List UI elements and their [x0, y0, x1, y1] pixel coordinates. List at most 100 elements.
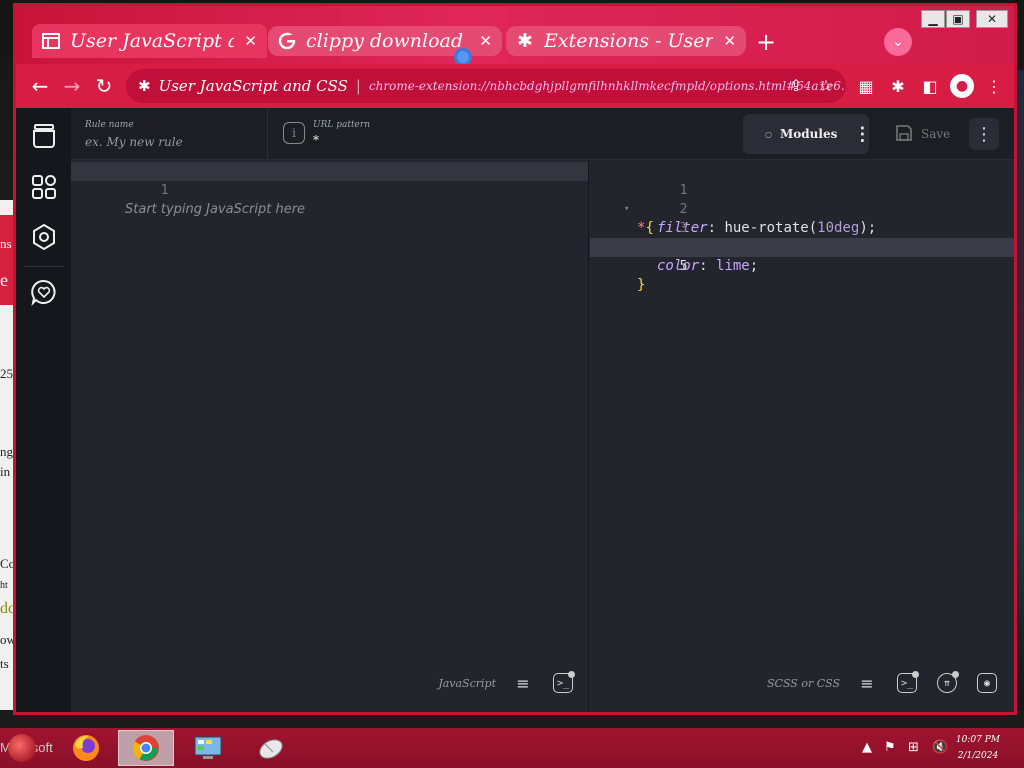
forward-button[interactable]: →	[58, 72, 86, 100]
clock-date: 2/1/2024	[957, 751, 999, 761]
volume-muted-icon[interactable]: 🔇	[932, 740, 948, 755]
language-label: JavaScript	[438, 676, 496, 690]
left-rail	[16, 108, 71, 712]
profile-avatar-icon[interactable]: ●	[950, 74, 974, 98]
back-button[interactable]: ←	[26, 72, 54, 100]
share-icon[interactable]: ⇪	[784, 73, 808, 97]
firefox-taskbar-button[interactable]	[58, 730, 114, 766]
window-close-button[interactable]: ✕	[976, 10, 1008, 28]
extensions-puzzle-icon[interactable]: ✱	[886, 74, 910, 98]
info-icon[interactable]: i	[283, 122, 305, 144]
window-icon	[42, 32, 60, 50]
format-lines-icon[interactable]: ≡	[854, 670, 880, 696]
close-icon[interactable]: ✕	[244, 32, 257, 50]
scroll-top-icon[interactable]: ⇈	[934, 670, 960, 696]
background-text: Co	[0, 556, 14, 571]
address-bar[interactable]: ✱ User JavaScript and CSS | chrome-exten…	[126, 69, 846, 103]
background-text: 25	[0, 366, 13, 381]
language-label: SCSS or CSS	[767, 676, 840, 690]
reload-button[interactable]: ↻	[90, 72, 118, 100]
line-number: 5	[679, 259, 688, 274]
tab-strip: User JavaScript and ✕ clippy download - …	[16, 6, 1014, 66]
minimize-button[interactable]: ▁	[921, 10, 945, 28]
modules-grid-icon[interactable]	[27, 170, 61, 204]
flag-icon[interactable]: ⚑	[884, 740, 896, 755]
tab-extensions[interactable]: ✱ Extensions - User Ja ✕	[506, 26, 746, 56]
javascript-editor[interactable]: 1 Start typing JavaScript here JavaScrip…	[71, 160, 589, 712]
css-editor-footer: SCSS or CSS ≡ >_ ⇈ ◉	[767, 668, 1000, 698]
network-icon[interactable]: ⊞	[908, 740, 919, 755]
firefox-icon	[73, 735, 99, 761]
taskbar-clock[interactable]: 10:07 PM 2/1/2024	[956, 732, 1000, 764]
js-editor-footer: JavaScript ≡ >_	[438, 668, 576, 698]
background-text: ow	[0, 632, 14, 647]
control-panel-icon	[194, 736, 222, 759]
puzzle-icon: ✱	[138, 77, 151, 95]
save-disk-icon	[895, 124, 913, 145]
code-line: 1 Start typing JavaScript here	[71, 162, 588, 217]
tray-chevron-up-icon[interactable]: ▲	[862, 740, 872, 755]
console-icon[interactable]: >_	[550, 670, 576, 696]
mouse-icon	[259, 739, 283, 759]
code-line: 2 filter: hue-rotate(10deg);	[590, 181, 1014, 236]
code-line: 1 ▾ *{	[590, 162, 1014, 236]
url-text: chrome-extension://nbhcbdghjpllgmfilhnhk…	[368, 79, 846, 93]
rule-name-label: Rule name	[85, 120, 134, 130]
chrome-icon	[132, 735, 159, 761]
reload-icon: ↻	[95, 74, 113, 98]
preview-eye-icon[interactable]: ◉	[974, 670, 1000, 696]
mouse-settings-taskbar-button[interactable]	[242, 730, 298, 766]
tab-label: User JavaScript and	[70, 30, 234, 52]
feedback-heart-icon[interactable]	[27, 275, 61, 309]
save-button[interactable]: Save	[889, 114, 967, 154]
radio-dot-icon: ○	[765, 129, 772, 139]
console-icon[interactable]: >_	[894, 670, 920, 696]
rule-name-input[interactable]: ex. My new rule	[85, 135, 183, 149]
background-text: e	[0, 270, 8, 290]
rail-divider	[24, 266, 64, 267]
background-text: ng	[0, 444, 13, 459]
control-panel-taskbar-button[interactable]	[180, 730, 236, 766]
start-button[interactable]	[8, 734, 36, 762]
chevron-down-icon: ⌄	[892, 34, 904, 50]
browser-toolbar: ← → ↻ ✱ User JavaScript and CSS | chrome…	[16, 64, 1014, 108]
google-icon	[278, 32, 296, 50]
background-text: ts	[0, 656, 9, 671]
new-tab-button[interactable]: +	[752, 28, 780, 56]
js-placeholder: Start typing JavaScript here	[125, 202, 306, 217]
background-window-red-strip	[0, 215, 14, 305]
settings-hex-icon[interactable]	[27, 220, 61, 254]
tab-label: clippy download - Go	[306, 30, 469, 52]
arrow-left-icon: ←	[31, 74, 49, 98]
jar-icon[interactable]	[27, 118, 61, 152]
code-text: }	[637, 277, 646, 293]
close-icon[interactable]: ✕	[479, 32, 492, 50]
url-pattern-input[interactable]: *	[313, 133, 319, 147]
line-number: 1	[160, 183, 169, 198]
format-lines-icon[interactable]: ≡	[510, 670, 536, 696]
taskbar: Microsoft ▲ ⚑ ⊞ 🔇 10:07 PM 2/1/2024	[0, 728, 1024, 768]
background-text: do	[0, 600, 14, 617]
tab-search-button[interactable]: ⌄	[884, 28, 912, 56]
bookmark-star-icon[interactable]: ☆	[814, 73, 838, 97]
maximize-button[interactable]: ▣	[946, 10, 970, 28]
browser-window: User JavaScript and ✕ clippy download - …	[13, 3, 1017, 715]
extension-user-js-icon[interactable]: ▦	[854, 74, 878, 98]
menu-dots-icon[interactable]: ⋮	[982, 74, 1006, 98]
css-editor[interactable]: 1 ▾ *{ 2 filter: hue-rotate(10deg); 3 bo…	[590, 160, 1014, 712]
rule-header: Rule name ex. My new rule i URL pattern …	[71, 108, 1014, 160]
background-text: ns	[0, 236, 12, 251]
side-panel-icon[interactable]: ◧	[918, 74, 942, 98]
arrow-right-icon: →	[63, 74, 81, 98]
background-text: in	[0, 464, 11, 479]
modules-button[interactable]: ○ Modules ⋮	[743, 114, 871, 154]
user-js-editor-app: Rule name ex. My new rule i URL pattern …	[16, 108, 1014, 712]
close-icon[interactable]: ✕	[723, 32, 736, 50]
modules-label: Modules	[779, 127, 838, 141]
chrome-taskbar-button[interactable]	[118, 730, 174, 766]
clock-time: 10:07 PM	[955, 735, 1000, 745]
tab-user-javascript[interactable]: User JavaScript and ✕	[32, 24, 267, 58]
background-text: ht	[0, 580, 8, 591]
more-options-button[interactable]: ⋮	[969, 118, 999, 150]
code-line: 4 color: lime;	[590, 219, 1014, 274]
